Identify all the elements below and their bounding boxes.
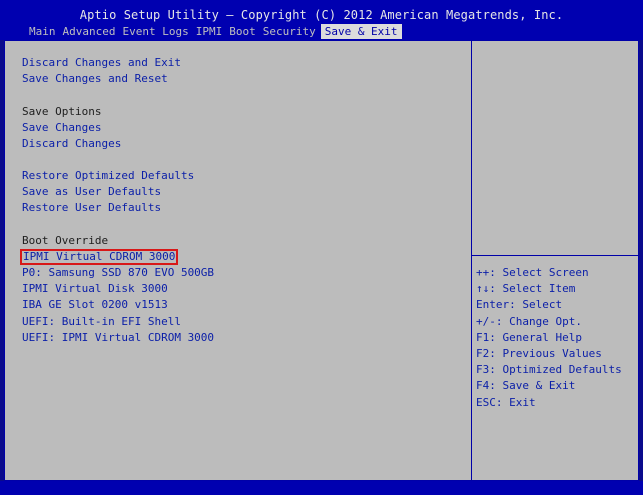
help-change-opt: +/-: Change Opt.	[476, 315, 582, 328]
boot-override-uefi-ipmi-cdrom[interactable]: UEFI: IPMI Virtual CDROM 3000	[22, 331, 214, 345]
help-f1: F1: General Help	[476, 331, 582, 344]
tab-bar: Main Advanced Event Logs IPMI Boot Secur…	[29, 24, 409, 39]
boot-override-efi-shell[interactable]: UEFI: Built-in EFI Shell	[22, 315, 181, 329]
restore-optimized-defaults-option[interactable]: Restore Optimized Defaults	[22, 169, 194, 183]
help-select-screen: ++: Select Screen	[476, 266, 589, 279]
discard-and-exit-option[interactable]: Discard Changes and Exit	[22, 56, 181, 70]
tab-save-exit[interactable]: Save & Exit	[320, 24, 402, 39]
restore-user-defaults-option[interactable]: Restore User Defaults	[22, 201, 161, 215]
tab-event-logs[interactable]: Event Logs	[122, 24, 188, 39]
tab-advanced[interactable]: Advanced	[63, 24, 116, 39]
help-divider	[472, 255, 639, 256]
tab-security[interactable]: Security	[263, 24, 316, 39]
boot-override-heading: Boot Override	[22, 234, 109, 247]
panel-divider	[471, 40, 472, 481]
save-changes-option[interactable]: Save Changes	[22, 121, 101, 135]
help-enter: Enter: Select	[476, 298, 563, 311]
save-and-reset-option[interactable]: Save Changes and Reset	[22, 72, 168, 86]
boot-override-samsung-ssd[interactable]: P0: Samsung SSD 870 EVO 500GB	[22, 266, 214, 280]
help-esc: ESC: Exit	[476, 396, 536, 409]
help-f4: F4: Save & Exit	[476, 379, 576, 392]
boot-override-ipmi-cdrom-selected[interactable]: IPMI Virtual CDROM 3000	[20, 249, 179, 265]
discard-changes-option[interactable]: Discard Changes	[22, 137, 121, 151]
boot-override-ipmi-disk[interactable]: IPMI Virtual Disk 3000	[22, 282, 168, 296]
main-panel: Discard Changes and Exit Save Changes an…	[4, 40, 639, 481]
footer-bar	[0, 481, 643, 495]
tab-ipmi[interactable]: IPMI	[196, 24, 223, 39]
tab-boot[interactable]: Boot	[229, 24, 256, 39]
save-user-defaults-option[interactable]: Save as User Defaults	[22, 185, 161, 199]
bios-header: Aptio Setup Utility – Copyright (C) 2012…	[0, 0, 643, 40]
app-title: Aptio Setup Utility – Copyright (C) 2012…	[79, 8, 564, 22]
boot-override-iba-ge[interactable]: IBA GE Slot 0200 v1513	[22, 298, 168, 312]
help-f3: F3: Optimized Defaults	[476, 363, 622, 376]
tab-main[interactable]: Main	[29, 24, 56, 39]
save-options-heading: Save Options	[22, 105, 102, 118]
help-select-item: ↑↓: Select Item	[476, 282, 576, 295]
help-f2: F2: Previous Values	[476, 347, 602, 360]
